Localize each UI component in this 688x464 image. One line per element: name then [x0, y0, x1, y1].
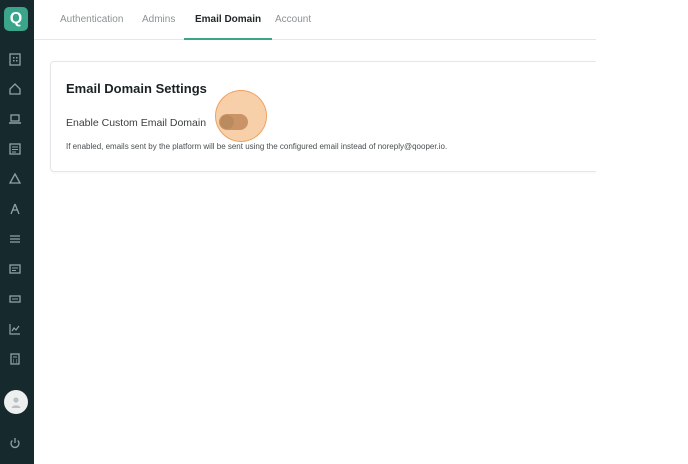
tab-email-domain[interactable]: Email Domain — [183, 0, 273, 40]
user-avatar[interactable] — [4, 390, 28, 414]
line-chart-icon[interactable] — [8, 322, 22, 336]
toggle-knob — [220, 115, 234, 129]
enable-custom-email-domain-toggle[interactable] — [219, 114, 248, 130]
list-icon[interactable] — [8, 232, 22, 246]
recycle-icon[interactable] — [8, 172, 22, 186]
card-title: Email Domain Settings — [66, 81, 207, 96]
compass-icon[interactable] — [8, 202, 22, 216]
calculator-icon[interactable] — [8, 352, 22, 366]
building-icon[interactable] — [8, 52, 22, 66]
id-card-icon[interactable] — [8, 292, 22, 306]
blank-area — [596, 0, 688, 464]
clipboard-icon[interactable] — [8, 142, 22, 156]
app-logo[interactable]: Q — [4, 7, 28, 31]
tab-account[interactable]: Account — [275, 0, 311, 39]
help-text: If enabled, emails sent by the platform … — [66, 142, 448, 151]
laptop-icon[interactable] — [8, 112, 22, 126]
enable-custom-email-domain-label: Enable Custom Email Domain — [66, 117, 207, 129]
card-icon[interactable] — [8, 262, 22, 276]
sidebar: Q — [0, 0, 34, 464]
email-domain-settings-card: Email Domain Settings Enable Custom Emai… — [50, 61, 611, 172]
home-icon[interactable] — [8, 82, 22, 96]
power-icon[interactable] — [8, 436, 22, 450]
tab-admins[interactable]: Admins — [142, 0, 175, 39]
settings-tabs: Authentication Admins Email Domain Accou… — [34, 0, 596, 40]
tab-authentication[interactable]: Authentication — [60, 0, 123, 39]
